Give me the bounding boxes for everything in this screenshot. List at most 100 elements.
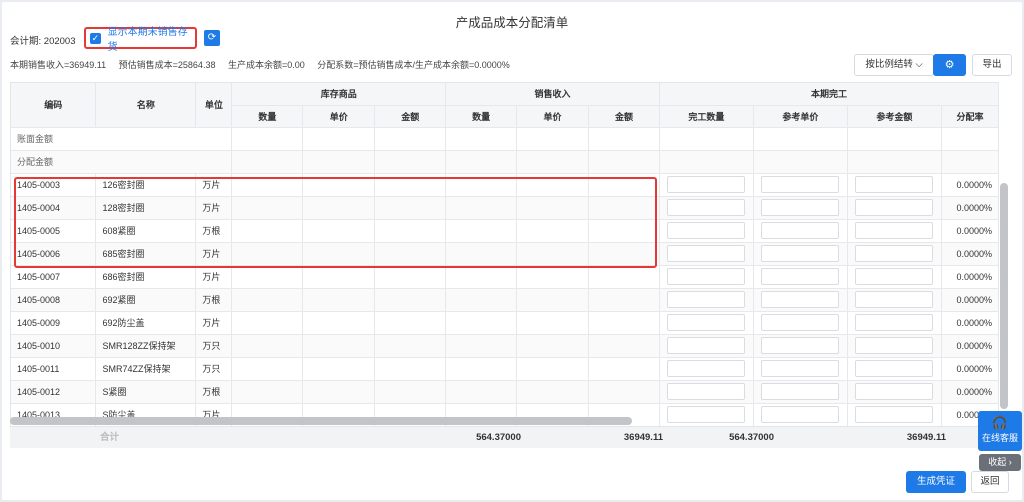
cell-empty	[516, 288, 590, 312]
cell-unit: 万根	[195, 380, 233, 404]
period-label: 会计期:	[10, 36, 42, 47]
completed-qty-input[interactable]	[667, 337, 746, 354]
ref-price-input[interactable]	[761, 222, 840, 239]
collapse-button[interactable]: 收起 ›	[979, 454, 1021, 471]
col-ref-amount[interactable]: 参考金额	[847, 105, 942, 128]
cell-input	[753, 334, 848, 358]
cell-input	[847, 357, 942, 381]
group-inventory: 库存商品	[231, 83, 447, 106]
ref-amount-input[interactable]	[855, 199, 934, 216]
settings-button[interactable]: ⚙	[933, 54, 966, 76]
cell-empty	[302, 219, 376, 243]
cell-input	[659, 357, 754, 381]
ref-amount-input[interactable]	[855, 360, 934, 377]
table-row[interactable]: 1405-0011 SMR74ZZ保持架 万只 0.0000%	[11, 357, 999, 381]
back-button[interactable]: 返回	[971, 471, 1009, 493]
table-row[interactable]: 1405-0012 S紧圈 万根 0.0000%	[11, 380, 999, 404]
col-unit[interactable]: 单位	[195, 83, 233, 128]
cell-input	[659, 311, 754, 335]
completed-qty-input[interactable]	[667, 383, 746, 400]
ref-price-input[interactable]	[761, 314, 840, 331]
table-row[interactable]: 1405-0008 692紧圈 万根 0.0000%	[11, 288, 999, 312]
export-button[interactable]: 导出	[972, 54, 1012, 76]
ref-price-input[interactable]	[761, 291, 840, 308]
cost-table: 编码 名称 单位 库存商品 销售收入 本期完工 数量 单价 金额 数量 单价 金…	[10, 82, 999, 426]
col-inv-price[interactable]: 单价	[302, 105, 376, 128]
ref-price-input[interactable]	[761, 360, 840, 377]
completed-qty-input[interactable]	[667, 291, 746, 308]
table-row[interactable]: 1405-0007 686密封圈 万片 0.0000%	[11, 265, 999, 289]
ref-amount-input[interactable]	[855, 268, 934, 285]
table-row[interactable]: 1405-0010 SMR128ZZ保持架 万只 0.0000%	[11, 334, 999, 358]
completed-qty-input[interactable]	[667, 314, 746, 331]
ref-amount-input[interactable]	[855, 222, 934, 239]
refresh-button[interactable]: ⟳	[204, 30, 220, 46]
ref-amount-input[interactable]	[855, 337, 934, 354]
cell-empty	[445, 196, 518, 220]
online-service-label: 在线客服	[981, 433, 1018, 443]
col-inv-amount[interactable]: 金额	[374, 105, 447, 128]
ref-amount-input[interactable]	[855, 176, 934, 193]
online-service-button[interactable]: 🎧 在线客服	[978, 411, 1022, 451]
cell-input	[659, 334, 754, 358]
cell-code: 1405-0008	[11, 288, 97, 312]
ref-amount-input[interactable]	[855, 383, 934, 400]
completed-qty-input[interactable]	[667, 176, 746, 193]
table-row[interactable]: 1405-0004 128密封圈 万片 0.0000%	[11, 196, 999, 220]
cell-empty	[588, 380, 660, 404]
cell-name: 686密封圈	[95, 265, 197, 289]
generate-voucher-button[interactable]: 生成凭证	[906, 471, 966, 493]
table-row[interactable]: 1405-0009 692防尘盖 万片 0.0000%	[11, 311, 999, 335]
col-completed-qty[interactable]: 完工数量	[659, 105, 754, 128]
table-row[interactable]: 1405-0003 126密封圈 万片 0.0000%	[11, 173, 999, 197]
ref-price-input[interactable]	[761, 383, 840, 400]
col-sales-price[interactable]: 单价	[516, 105, 590, 128]
cell-code: 1405-0003	[11, 173, 97, 197]
ref-price-input[interactable]	[761, 245, 840, 262]
table-row[interactable]: 1405-0006 685密封圈 万片 0.0000%	[11, 242, 999, 266]
completed-qty-input[interactable]	[667, 406, 746, 423]
cell-input	[659, 403, 754, 426]
col-ref-price[interactable]: 参考单价	[753, 105, 848, 128]
completed-qty-input[interactable]	[667, 199, 746, 216]
col-name[interactable]: 名称	[95, 83, 197, 128]
col-sales-amount[interactable]: 金额	[588, 105, 660, 128]
col-rate[interactable]: 分配率	[941, 105, 999, 128]
ref-price-input[interactable]	[761, 268, 840, 285]
cell-empty	[374, 196, 447, 220]
split-dropdown-button[interactable]: 按比例结转 ⌵	[854, 54, 934, 76]
ref-price-input[interactable]	[761, 199, 840, 216]
chevron-down-icon: ⌵	[915, 59, 923, 70]
horizontal-scrollbar[interactable]	[10, 417, 632, 425]
checkbox-checked-icon[interactable]: ✓	[90, 32, 101, 44]
cell-rate: 0.0000%	[941, 311, 999, 335]
cell-input	[847, 173, 942, 197]
completed-qty-input[interactable]	[667, 222, 746, 239]
col-sales-qty[interactable]: 数量	[445, 105, 518, 128]
ref-price-input[interactable]	[761, 337, 840, 354]
show-unsold-label[interactable]: 显示本期未销售存货	[108, 23, 195, 53]
ref-amount-input[interactable]	[855, 314, 934, 331]
cell-code: 1405-0005	[11, 219, 97, 243]
cell-code: 1405-0012	[11, 380, 97, 404]
cell-input	[753, 242, 848, 266]
cell-empty	[374, 334, 447, 358]
ref-price-input[interactable]	[761, 176, 840, 193]
completed-qty-input[interactable]	[667, 245, 746, 262]
cell-empty	[231, 265, 304, 289]
cell-empty	[231, 196, 304, 220]
col-inv-qty[interactable]: 数量	[231, 105, 304, 128]
ref-amount-input[interactable]	[855, 245, 934, 262]
col-code[interactable]: 编码	[11, 83, 97, 128]
ref-amount-input[interactable]	[855, 291, 934, 308]
cell-empty	[588, 173, 660, 197]
ref-amount-input[interactable]	[855, 406, 934, 423]
completed-qty-input[interactable]	[667, 360, 746, 377]
ref-price-input[interactable]	[761, 406, 840, 423]
completed-qty-input[interactable]	[667, 268, 746, 285]
show-unsold-toggle[interactable]: ✓ 显示本期未销售存货	[84, 27, 197, 53]
table-row[interactable]: 1405-0005 608紧圈 万根 0.0000%	[11, 219, 999, 243]
cell-empty	[231, 380, 304, 404]
vertical-scrollbar[interactable]	[1000, 183, 1008, 409]
cell-unit: 万根	[195, 219, 233, 243]
